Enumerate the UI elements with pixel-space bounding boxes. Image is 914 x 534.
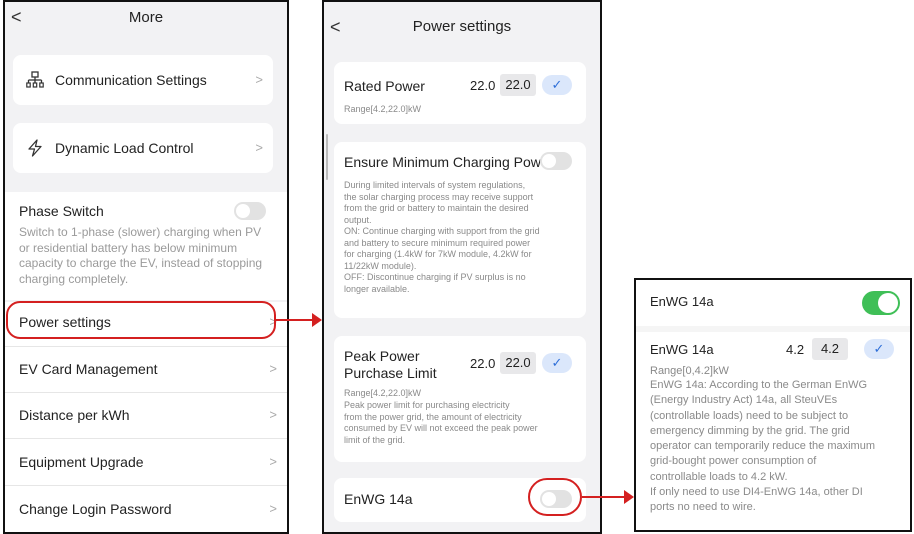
dynamic-load-control-item[interactable]: Dynamic Load Control >: [13, 123, 273, 173]
rated-power-input[interactable]: 22.0: [500, 74, 536, 96]
enwg-range: Range[0,4.2]kW: [650, 365, 729, 377]
arrow-head: [624, 490, 634, 504]
rated-power-card: Rated Power 22.0 22.0 ✓ Range[4.2,22.0]k…: [334, 62, 586, 124]
ensure-min-card: Ensure Minimum Charging Power During lim…: [334, 142, 586, 318]
desc-line: for charging (1.4kW for 7kW module, 4.2k…: [344, 249, 532, 259]
enwg-current-value: 4.2: [786, 342, 805, 357]
change-login-password-label: Change Login Password: [19, 501, 172, 517]
desc-line: limit of the grid.: [344, 434, 406, 445]
desc-line: output.: [344, 214, 372, 225]
desc-line: grid-bought power consumption of: [650, 455, 817, 468]
more-screen: < More Communication Settings > Dynamic …: [3, 0, 289, 534]
confirm-check-button[interactable]: ✓: [542, 75, 572, 95]
enwg-value-section: EnWG 14a 4.2 4.2 ✓ Range[0,4.2]kW EnWG 1…: [636, 332, 910, 530]
power-settings-screen: < Power settings Rated Power 22.0 22.0 ✓…: [322, 0, 602, 534]
desc-line: ON: Continue charging with support from …: [344, 226, 540, 236]
ensure-min-toggle[interactable]: [540, 152, 572, 170]
confirm-check-button[interactable]: ✓: [542, 353, 572, 373]
enwg-toggle-highlight: [528, 478, 582, 516]
back-icon[interactable]: <: [11, 2, 22, 32]
rated-power-current-value: 22.0: [470, 78, 496, 93]
list-item-distance-per-kwh[interactable]: Distance per kWh >: [5, 393, 287, 437]
ensure-min-description: During limited intervals of system regul…: [344, 180, 580, 295]
more-header: < More: [5, 2, 287, 36]
power-settings-highlight: [6, 301, 276, 339]
desc-line: Peak power limit for purchasing electric…: [344, 400, 510, 410]
rated-power-label: Rated Power: [344, 78, 425, 94]
scroll-indicator: [326, 134, 328, 180]
desc-line: and battery to secure minimum required p…: [344, 237, 531, 248]
peak-power-range: Range[4.2,22.0]kW: [344, 388, 422, 398]
desc-line: longer available.: [344, 283, 410, 294]
confirm-check-button[interactable]: ✓: [864, 339, 894, 359]
network-icon: [26, 71, 44, 94]
desc-line: the solar charging process may receive s…: [344, 191, 534, 202]
arrow-to-enwg-detail: [582, 496, 626, 498]
peak-power-current-value: 22.0: [470, 356, 496, 371]
desc-line: operator can temporarily reduce the maxi…: [650, 440, 875, 453]
power-settings-header: < Power settings: [324, 2, 600, 50]
peak-power-label-line2: Purchase Limit: [344, 365, 437, 381]
arrow-head: [312, 313, 322, 327]
enwg-toggle-row: EnWG 14a: [636, 280, 910, 326]
list-item-equipment-upgrade[interactable]: Equipment Upgrade >: [5, 439, 287, 483]
rated-power-range: Range[4.2,22.0]kW: [344, 104, 422, 114]
desc-line: from the power grid, the amount of elect…: [344, 411, 522, 422]
equipment-upgrade-label: Equipment Upgrade: [19, 454, 144, 470]
desc-line: ports no need to wire.: [650, 501, 756, 514]
enwg-label: EnWG 14a: [344, 491, 413, 507]
peak-power-label-line1: Peak Power: [344, 348, 420, 364]
peak-power-description: Peak power limit for purchasing electric…: [344, 400, 580, 446]
phase-switch-section: Phase Switch Switch to 1-phase (slower) …: [5, 192, 287, 300]
desc-line: from the grid or battery to maintain the…: [344, 203, 529, 213]
desc-line: (controllable loads) need to be subject …: [650, 409, 849, 422]
enwg-toggle-label: EnWG 14a: [650, 294, 714, 309]
phase-switch-description: Switch to 1-phase (slower) charging when…: [19, 225, 263, 286]
chevron-right-icon: >: [269, 501, 277, 516]
desc-line: If only need to use DI4-EnWG 14a, other …: [650, 486, 863, 499]
dynamic-load-control-label: Dynamic Load Control: [55, 140, 194, 156]
enwg-description: EnWG 14a: According to the German EnWG (…: [650, 378, 906, 516]
phase-switch-toggle[interactable]: [234, 202, 266, 220]
ev-card-management-label: EV Card Management: [19, 361, 158, 377]
list-item-change-login-password[interactable]: Change Login Password >: [5, 486, 287, 532]
chevron-right-icon: >: [269, 361, 277, 376]
peak-power-card: Peak Power Purchase Limit 22.0 22.0 ✓ Ra…: [334, 336, 586, 462]
chevron-right-icon: >: [269, 454, 277, 469]
lightning-icon: [26, 139, 44, 162]
list-item-ev-card-management[interactable]: EV Card Management >: [5, 347, 287, 391]
arrow-to-power-settings: [276, 319, 314, 321]
desc-line: During limited intervals of system regul…: [344, 180, 526, 190]
back-icon[interactable]: <: [330, 2, 341, 52]
page-title: More: [128, 9, 164, 26]
desc-line: 11/22kW module).: [344, 260, 417, 271]
desc-line: EnWG 14a: According to the German EnWG: [650, 379, 868, 391]
chevron-right-icon: >: [255, 72, 263, 87]
chevron-right-icon: >: [255, 140, 263, 155]
desc-line: consumed by EV will not exceed the peak …: [344, 423, 538, 433]
peak-power-input[interactable]: 22.0: [500, 352, 536, 374]
enwg-toggle-on[interactable]: [862, 291, 900, 315]
chevron-right-icon: >: [269, 407, 277, 422]
enwg-input[interactable]: 4.2: [812, 338, 848, 360]
enwg-detail-panel: EnWG 14a EnWG 14a 4.2 4.2 ✓ Range[0,4.2]…: [634, 278, 912, 532]
desc-line: (Energy Industry Act) 14a, all SteuVEs: [650, 394, 838, 407]
communication-settings-label: Communication Settings: [55, 72, 207, 88]
ensure-min-label: Ensure Minimum Charging Power: [344, 154, 554, 170]
phase-switch-label: Phase Switch: [19, 203, 104, 219]
communication-settings-item[interactable]: Communication Settings >: [13, 55, 273, 105]
desc-line: emergency dimming by the grid. The grid: [650, 424, 850, 437]
desc-line: OFF: Discontinue charging if PV surplus …: [344, 272, 526, 282]
page-title: Power settings: [412, 18, 512, 35]
enwg-value-label: EnWG 14a: [650, 342, 714, 357]
distance-per-kwh-label: Distance per kWh: [19, 407, 130, 423]
desc-line: controllable loads to 4.2 kW.: [650, 470, 788, 483]
